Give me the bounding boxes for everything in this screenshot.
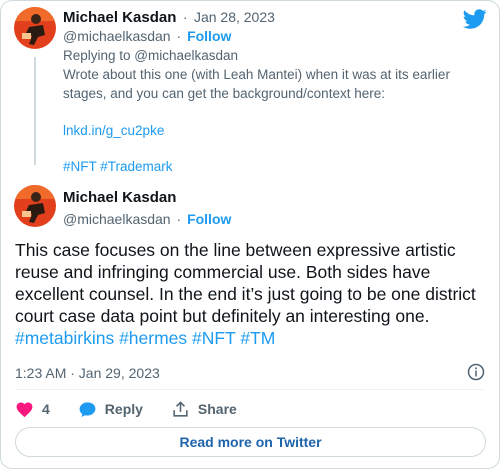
separator-dot: ·	[182, 9, 188, 25]
thread-connector-line	[34, 57, 36, 165]
tweet-body: This case focuses on the line between ex…	[15, 240, 476, 326]
reply-tweet-link[interactable]: lnkd.in/g_cu2pke	[63, 121, 164, 140]
tweet-date[interactable]: Jan 28, 2023	[194, 9, 275, 25]
main-tweet-handle-row: @michaelkasdan · Follow	[63, 211, 231, 227]
reply-tweet-text: Wrote about this one (with Leah Mantei) …	[63, 65, 483, 103]
separator-dot: ·	[176, 28, 182, 44]
twitter-bird-icon[interactable]	[463, 7, 487, 31]
reply-tweet-handle-row: @michaelkasdan · Follow	[63, 28, 231, 44]
author-handle[interactable]: @michaelkasdan	[63, 211, 171, 227]
heart-icon	[16, 402, 33, 417]
author-avatar[interactable]	[14, 185, 56, 227]
tweet-timestamp[interactable]: 1:23 AM · Jan 29, 2023	[15, 365, 160, 381]
author-name[interactable]: Michael Kasdan	[63, 189, 176, 206]
author-avatar[interactable]	[14, 7, 56, 49]
tweet-hashtags[interactable]: #metabirkins #hermes #NFT #TM	[15, 328, 275, 348]
follow-button[interactable]: Follow	[187, 28, 231, 44]
follow-button[interactable]: Follow	[187, 211, 231, 227]
reply-bubble-icon	[79, 401, 96, 417]
reply-text-line: Wrote about this one (with Leah Mantei) …	[63, 67, 450, 82]
like-button[interactable]: 4	[15, 400, 50, 419]
tweet-actions: 4 Reply Share	[15, 398, 265, 420]
separator-dot: ·	[176, 211, 182, 227]
share-label: Share	[197, 401, 237, 417]
like-count: 4	[42, 401, 50, 417]
reply-tweet-header: Michael Kasdan · Jan 28, 2023	[63, 9, 275, 27]
replying-to-label: Replying to @michaelkasdan	[63, 48, 239, 63]
reply-tweet-hashtags[interactable]: #NFT #Trademark	[63, 157, 173, 176]
divider	[15, 389, 485, 390]
main-tweet-text: This case focuses on the line between ex…	[15, 239, 487, 349]
info-icon[interactable]	[467, 363, 485, 381]
reply-label: Reply	[104, 401, 143, 417]
read-more-button[interactable]: Read more on Twitter	[15, 427, 486, 457]
reply-text-line: stages, and you can get the background/c…	[63, 86, 385, 101]
main-tweet-header: Michael Kasdan	[63, 189, 176, 207]
tweet-embed-card: Michael Kasdan · Jan 28, 2023 @michaelka…	[0, 0, 500, 469]
share-icon	[173, 400, 188, 417]
share-button[interactable]: Share	[171, 400, 237, 419]
reply-button[interactable]: Reply	[78, 400, 143, 419]
author-name[interactable]: Michael Kasdan	[63, 9, 176, 26]
author-handle[interactable]: @michaelkasdan	[63, 28, 171, 44]
